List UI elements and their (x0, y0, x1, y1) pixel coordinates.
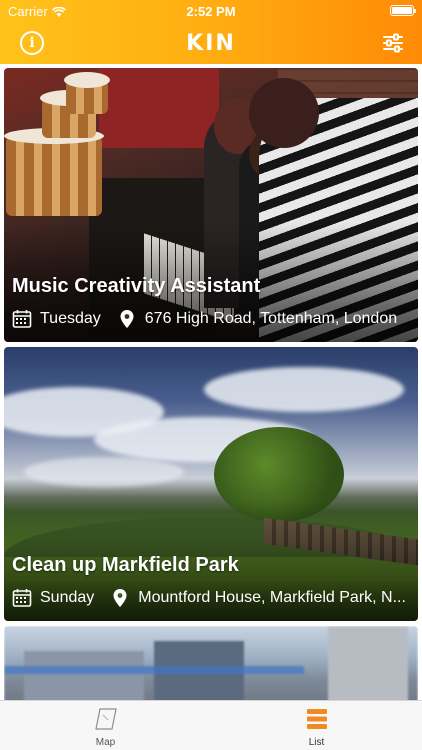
tab-map[interactable]: Map (0, 701, 211, 750)
tab-bar: Map List (0, 700, 422, 750)
location-pin-icon (113, 589, 127, 607)
battery-icon (390, 5, 416, 16)
event-location: Mountford House, Markfield Park, N... (138, 589, 406, 606)
location-pin-icon (120, 310, 134, 328)
tab-label: List (308, 737, 325, 748)
event-list[interactable]: Music Creativity Assistant Tuesday 676 H… (0, 64, 422, 700)
filter-icon[interactable] (382, 32, 404, 54)
event-title: Clean up Markfield Park (12, 554, 239, 576)
event-card[interactable]: Clean up Markfield Park Sunday Mountford… (4, 347, 418, 621)
event-day: Sunday (40, 589, 95, 606)
tab-label: Map (95, 737, 116, 748)
event-title: Music Creativity Assistant (12, 275, 261, 297)
status-bar: Carrier 2:52 PM (0, 0, 422, 22)
event-card[interactable]: Music Creativity Assistant Tuesday 676 H… (4, 68, 418, 342)
event-day: Tuesday (40, 310, 101, 327)
event-card[interactable] (4, 626, 418, 700)
list-icon (306, 709, 327, 729)
map-icon (94, 708, 117, 730)
calendar-icon (12, 589, 32, 607)
event-meta: Tuesday 676 High Road, Tottenham, London (12, 308, 410, 330)
event-image (4, 626, 418, 700)
event-location: 676 High Road, Tottenham, London (144, 310, 398, 327)
calendar-icon (12, 310, 32, 328)
event-meta: Sunday Mountford House, Markfield Park, … (12, 587, 410, 609)
status-time: 2:52 PM (186, 4, 236, 19)
app-logo: KIN (186, 31, 236, 56)
nav-header: Carrier 2:52 PM i KIN (0, 0, 422, 64)
tab-list[interactable]: List (211, 701, 422, 750)
